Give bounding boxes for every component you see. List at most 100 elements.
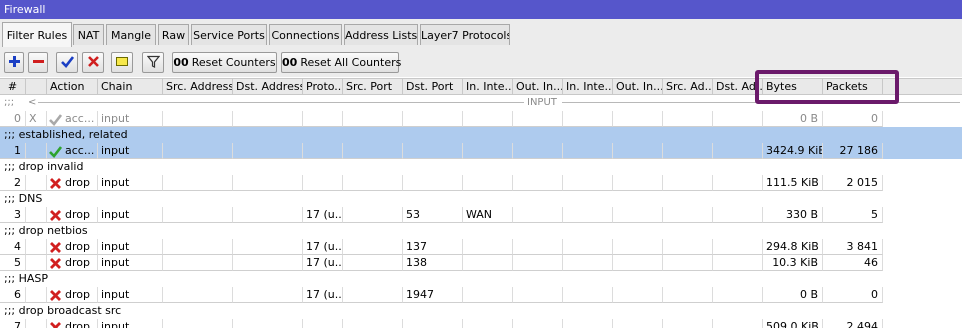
action-label: acc... <box>65 144 95 157</box>
tab-mangle[interactable]: Mangle <box>106 24 156 45</box>
rule-comment: ;;; established, related <box>4 128 128 141</box>
separator-label: INPUT <box>527 97 557 108</box>
cell-src <box>163 175 233 191</box>
cell-outif <box>513 175 563 191</box>
cell-dport: 137 <box>403 239 463 255</box>
col-src-address-list[interactable]: Src. Ad... <box>663 79 713 95</box>
cell-src <box>163 255 233 271</box>
tab-filter-rules[interactable]: Filter Rules <box>2 22 72 47</box>
comment-button[interactable] <box>111 52 133 73</box>
cell-chain: input <box>98 255 163 271</box>
action-label: drop <box>65 288 90 301</box>
col-out-interface[interactable]: Out. In... <box>513 79 563 95</box>
comment-row[interactable]: ;;; DNS <box>0 191 962 207</box>
minus-icon <box>32 60 44 63</box>
cell-packets: 3 841 <box>823 239 883 255</box>
cell-outif <box>513 111 563 127</box>
comment-row[interactable]: ;;; drop netbios <box>0 223 962 239</box>
add-button[interactable] <box>4 52 24 73</box>
cell-flag <box>26 207 47 223</box>
table-row[interactable]: 4 drop input 17 (u... 137 294.8 KiB 3 841 <box>0 239 962 255</box>
plus-icon <box>8 56 20 67</box>
cell-dport <box>403 143 463 159</box>
counter-icon: 00 <box>282 56 298 69</box>
table-row[interactable]: 0 Xacc... input 0 B0 <box>0 111 962 127</box>
cell-bytes: 0 B <box>763 287 823 303</box>
tab-service-ports[interactable]: Service Ports <box>191 24 267 45</box>
cell-proto: 17 (u... <box>303 239 343 255</box>
cell-srcl <box>663 255 713 271</box>
col-number[interactable]: # <box>0 79 26 95</box>
cell-src <box>163 287 233 303</box>
remove-button[interactable] <box>28 52 48 73</box>
table-row[interactable]: 3 drop input 17 (u... 53 WAN 330 B5 <box>0 207 962 223</box>
drop-icon <box>50 209 61 221</box>
col-action[interactable]: Action <box>47 79 98 95</box>
cell-dport: 1947 <box>403 287 463 303</box>
enable-button[interactable] <box>56 52 78 73</box>
disable-button[interactable] <box>82 52 104 73</box>
col-chain[interactable]: Chain <box>98 79 163 95</box>
cell-dport <box>403 111 463 127</box>
cell-inifl <box>563 175 613 191</box>
cell-packets: 0 <box>823 111 883 127</box>
table-row[interactable]: 1 acc... input 3424.9 KiB 27 186 <box>0 143 962 159</box>
cell-src <box>163 239 233 255</box>
table-row[interactable]: 7 drop input 509.0 KiB 2 494 <box>0 319 962 328</box>
table-row[interactable]: 2 drop input 111.5 KiB 2 015 <box>0 175 962 191</box>
cell-action: drop <box>47 207 98 223</box>
cell-inifl <box>563 255 613 271</box>
col-dst-port[interactable]: Dst. Port <box>403 79 463 95</box>
col-protocol[interactable]: Proto... <box>303 79 343 95</box>
cell-outif <box>513 143 563 159</box>
cell-sport <box>343 143 403 159</box>
cell-bytes: 294.8 KiB <box>763 239 823 255</box>
comment-row[interactable]: ;;; drop broadcast src <box>0 303 962 319</box>
tab-raw[interactable]: Raw <box>158 24 189 45</box>
cell-proto: 17 (u... <box>303 287 343 303</box>
tab-layer7-protocols[interactable]: Layer7 Protocols <box>420 24 510 45</box>
separator-prefix: ;;; <box>4 97 15 108</box>
col-src-port[interactable]: Src. Port <box>343 79 403 95</box>
tab-connections[interactable]: Connections <box>269 24 342 45</box>
comment-row[interactable]: ;;; established, related <box>0 127 962 143</box>
cell-packets: 5 <box>823 207 883 223</box>
cell-dst <box>233 207 303 223</box>
separator-arrow: < <box>28 97 37 108</box>
cell-outifl <box>613 255 663 271</box>
cell-inifl <box>563 111 613 127</box>
cell-flag <box>26 143 47 159</box>
cell-inifl <box>563 143 613 159</box>
cell-outif <box>513 287 563 303</box>
cell-dstl <box>713 175 763 191</box>
col-in-interface[interactable]: In. Inte... <box>463 79 513 95</box>
cell-src <box>163 111 233 127</box>
cell-chain: input <box>98 143 163 159</box>
col-flags[interactable] <box>26 79 47 95</box>
reset-all-counters-button[interactable]: 00 Reset All Counters <box>281 52 401 73</box>
cell-inif <box>463 287 513 303</box>
cell-dport <box>403 319 463 328</box>
col-dst-address[interactable]: Dst. Address <box>233 79 303 95</box>
tab-nat[interactable]: NAT <box>73 24 104 45</box>
cell-bytes: 330 B <box>763 207 823 223</box>
col-out-interface-list[interactable]: Out. In... <box>613 79 663 95</box>
col-src-address[interactable]: Src. Address <box>163 79 233 95</box>
cell-sport <box>343 207 403 223</box>
comment-row[interactable]: ;;; HASP <box>0 271 962 287</box>
reset-counters-button[interactable]: 00 Reset Counters <box>172 52 277 73</box>
cell-bytes: 509.0 KiB <box>763 319 823 328</box>
cell-dstl <box>713 287 763 303</box>
cell-outifl <box>613 175 663 191</box>
cell-dstl <box>713 255 763 271</box>
table-row[interactable]: 5 drop input 17 (u... 138 10.3 KiB 46 <box>0 255 962 271</box>
col-in-interface-list[interactable]: In. Inte... <box>563 79 613 95</box>
filter-button[interactable] <box>142 52 164 73</box>
comment-row[interactable]: ;;; drop invalid <box>0 159 962 175</box>
rule-comment: ;;; drop broadcast src <box>4 304 122 317</box>
drop-icon <box>50 177 61 189</box>
cell-chain: input <box>98 207 163 223</box>
tab-address-lists[interactable]: Address Lists <box>344 24 418 45</box>
rule-comment: ;;; drop invalid <box>4 160 84 173</box>
table-row[interactable]: 6 drop input 17 (u... 1947 0 B0 <box>0 287 962 303</box>
